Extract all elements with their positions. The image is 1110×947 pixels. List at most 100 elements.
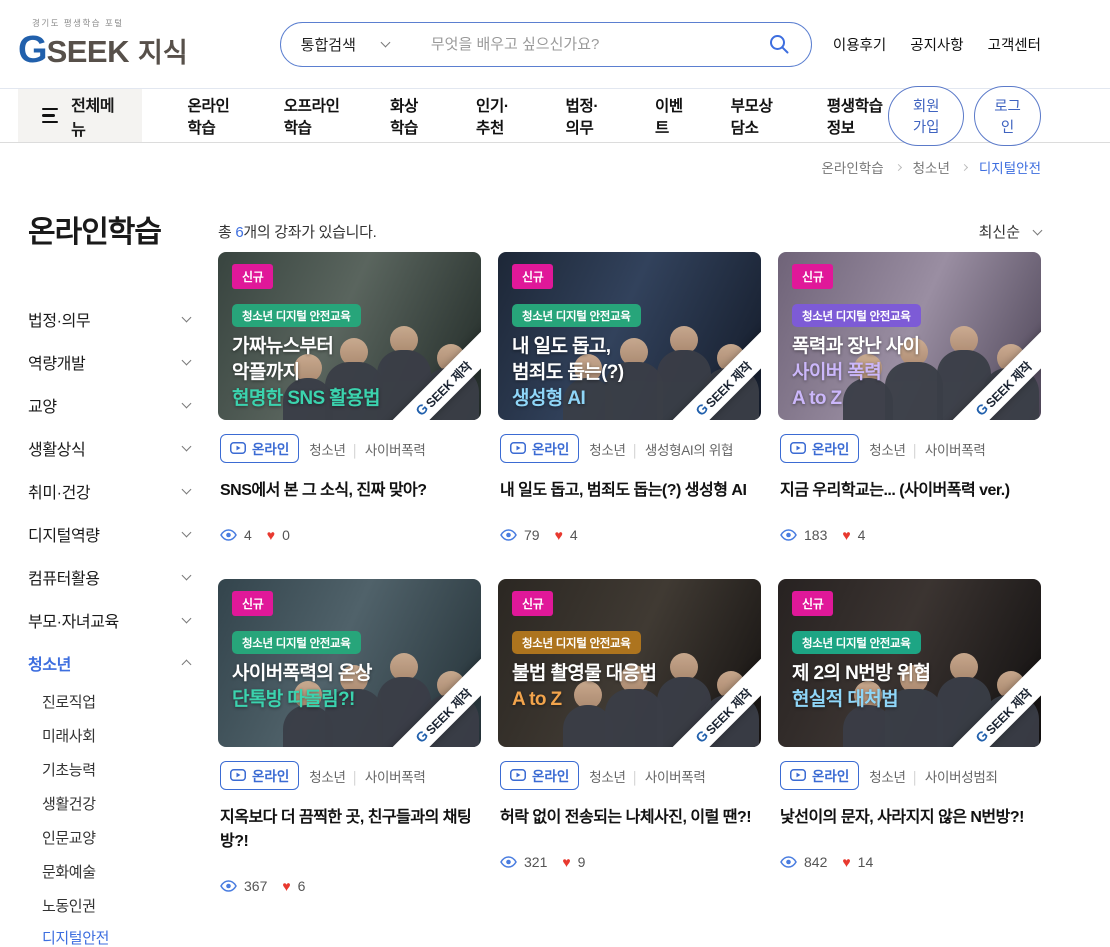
course-title[interactable]: 지옥보다 더 끔찍한 곳, 친구들과의 채팅방?! — [220, 803, 479, 851]
likes-icon: ♥ — [266, 527, 276, 543]
course-title[interactable]: 내 일도 돕고, 범죄도 돕는(?) 생성형 AI — [500, 476, 759, 500]
search-bar: 통합검색 — [279, 21, 812, 67]
signup-button[interactable]: 회원가입 — [888, 85, 965, 146]
category-sidebar: 온라인학습 법정·의무 역량개발 교양 생활상식 취미·건강 디지털역량 컴퓨터… — [28, 207, 192, 947]
views-icon — [500, 856, 517, 868]
sidebar-item-hobby[interactable]: 취미·건강 — [28, 469, 192, 512]
breadcrumb-item[interactable]: 청소년 — [913, 157, 950, 177]
course-thumbnail[interactable]: 신규 청소년 디지털 안전교육 가짜뉴스부터 악플까지 현명한 SNS 활용법 … — [218, 252, 481, 420]
sort-dropdown[interactable]: 최신순 — [979, 221, 1043, 242]
breadcrumb-item[interactable]: 온라인학습 — [822, 157, 884, 177]
course-category: 청소년 │ 사이버폭력 — [589, 769, 706, 785]
nav-item-legal[interactable]: 법정·의무 — [565, 94, 609, 138]
likes-count: 4 — [569, 527, 578, 543]
sidebar-item-computer[interactable]: 컴퓨터활용 — [28, 555, 192, 598]
course-title[interactable]: 지금 우리학교는... (사이버폭력 ver.) — [780, 476, 1039, 500]
hamburger-icon — [42, 107, 59, 124]
nav-item-offline[interactable]: 오프라인학습 — [284, 94, 345, 138]
course-thumbnail[interactable]: 신규 청소년 디지털 안전교육 제 2의 N번방 위협 현실적 대처법 G SEE… — [778, 579, 1041, 747]
chevron-down-icon — [181, 613, 192, 623]
sub-item-career[interactable]: 진로직업 — [42, 684, 190, 718]
sidebar-item-competency[interactable]: 역량개발 — [28, 340, 192, 383]
chevron-down-icon — [1032, 225, 1043, 235]
sub-item-arts[interactable]: 문화예술 — [42, 854, 190, 888]
likes-icon: ♥ — [282, 878, 291, 894]
sidebar-item-life[interactable]: 생활상식 — [28, 426, 192, 469]
course-thumbnail[interactable]: 신규 청소년 디지털 안전교육 내 일도 돕고, 범죄도 돕는(?) 생성형 A… — [498, 252, 761, 420]
sidebar-item-legal[interactable]: 법정·의무 — [28, 297, 192, 340]
online-tag[interactable]: 온라인 — [220, 761, 300, 790]
series-pill: 청소년 디지털 안전교육 — [512, 304, 641, 327]
nav-item-video[interactable]: 화상학습 — [390, 94, 431, 138]
chevron-up-icon — [181, 659, 192, 669]
site-logo[interactable]: 경기도 평생학습 포털 G SEEK 지식 — [18, 19, 188, 69]
sub-item-basics[interactable]: 기초능력 — [42, 752, 190, 786]
sub-item-labor[interactable]: 노동인권 — [42, 888, 190, 922]
main-area: 온라인학습 법정·의무 역량개발 교양 생활상식 취미·건강 디지털역량 컴퓨터… — [0, 177, 1110, 947]
views-count: 183 — [804, 527, 828, 543]
new-badge: 신규 — [512, 591, 554, 616]
course-category: 청소년 │ 사이버폭력 — [309, 769, 426, 785]
nav-item-parent[interactable]: 부모상담소 — [731, 94, 782, 138]
search-scope-dropdown[interactable]: 통합검색 — [301, 34, 391, 55]
course-card: 신규 청소년 디지털 안전교육 불법 촬영물 대응법 A to Z G SEEK … — [498, 579, 761, 894]
online-tag[interactable]: 온라인 — [220, 434, 300, 463]
all-menu-button[interactable]: 전체메뉴 — [18, 89, 142, 142]
chevron-down-icon — [380, 37, 391, 48]
online-tag[interactable]: 온라인 — [500, 761, 580, 790]
course-stats: 842 ♥ 14 — [780, 854, 1039, 870]
views-icon — [220, 880, 237, 892]
play-icon — [230, 442, 246, 454]
sidebar-item-youth[interactable]: 청소년 — [28, 641, 192, 684]
course-title[interactable]: SNS에서 본 그 소식, 진짜 맞아? — [220, 476, 479, 500]
logo-tagline: 경기도 평생학습 포털 — [32, 18, 124, 29]
course-stats: 4 ♥ 0 — [220, 527, 479, 543]
series-pill: 청소년 디지털 안전교육 — [232, 304, 361, 327]
course-title[interactable]: 허락 없이 전송되는 나체사진, 이럴 땐?! — [500, 803, 759, 827]
sidebar-item-digital[interactable]: 디지털역량 — [28, 512, 192, 555]
course-thumbnail[interactable]: 신규 청소년 디지털 안전교육 사이버폭력의 온상 단톡방 따돌림?! G SEE… — [218, 579, 481, 747]
page-title: 온라인학습 — [28, 216, 162, 249]
nav-item-event[interactable]: 이벤트 — [655, 94, 686, 138]
link-reviews[interactable]: 이용후기 — [833, 34, 886, 55]
chevron-right-icon — [960, 163, 968, 171]
logo-g-mark: G — [18, 28, 48, 71]
course-title[interactable]: 낯선이의 문자, 사라지지 않은 N번방?! — [780, 803, 1039, 827]
course-card: 신규 청소년 디지털 안전교육 폭력과 장난 사이 사이버 폭력 A to Z … — [778, 252, 1041, 543]
nav-item-lifelong[interactable]: 평생학습정보 — [827, 94, 888, 138]
logo-text: G SEEK 지식 — [18, 28, 188, 71]
online-tag[interactable]: 온라인 — [500, 434, 580, 463]
sidebar-item-parenting[interactable]: 부모·자녀교육 — [28, 598, 192, 641]
link-notices[interactable]: 공지사항 — [910, 34, 963, 55]
online-tag[interactable]: 온라인 — [780, 761, 860, 790]
course-thumbnail[interactable]: 신규 청소년 디지털 안전교육 폭력과 장난 사이 사이버 폭력 A to Z … — [778, 252, 1041, 420]
search-icon — [769, 35, 789, 54]
sub-item-health[interactable]: 생활건강 — [42, 786, 190, 820]
play-icon — [790, 442, 806, 454]
views-count: 367 — [244, 878, 268, 894]
nav-item-popular[interactable]: 인기·추천 — [476, 94, 520, 138]
search-button[interactable] — [767, 32, 791, 56]
course-category: 청소년 │ 사이버성범죄 — [869, 769, 998, 785]
course-thumbnail[interactable]: 신규 청소년 디지털 안전교육 불법 촬영물 대응법 A to Z G SEEK … — [498, 579, 761, 747]
views-count: 321 — [524, 854, 548, 870]
sub-item-digital-safety[interactable]: 디지털안전 — [42, 922, 190, 947]
likes-count: 4 — [857, 527, 866, 543]
sidebar-item-culture[interactable]: 교양 — [28, 383, 192, 426]
course-stats: 367 ♥ 6 — [220, 878, 479, 894]
login-button[interactable]: 로그인 — [974, 85, 1041, 146]
auth-buttons: 회원가입 로그인 — [888, 85, 1041, 146]
search-input[interactable] — [430, 35, 767, 53]
new-badge: 신규 — [512, 264, 554, 289]
sub-item-humanities[interactable]: 인문교양 — [42, 820, 190, 854]
chevron-down-icon — [181, 398, 192, 408]
play-icon — [230, 769, 246, 781]
nav-item-online[interactable]: 온라인학습 — [188, 94, 239, 138]
sub-item-future[interactable]: 미래사회 — [42, 718, 190, 752]
course-card: 신규 청소년 디지털 안전교육 가짜뉴스부터 악플까지 현명한 SNS 활용법 … — [218, 252, 481, 543]
views-count: 4 — [244, 527, 252, 543]
link-support[interactable]: 고객센터 — [988, 34, 1041, 55]
course-category: 청소년 │ 사이버폭력 — [869, 442, 986, 458]
online-tag[interactable]: 온라인 — [780, 434, 860, 463]
views-icon — [500, 529, 517, 541]
